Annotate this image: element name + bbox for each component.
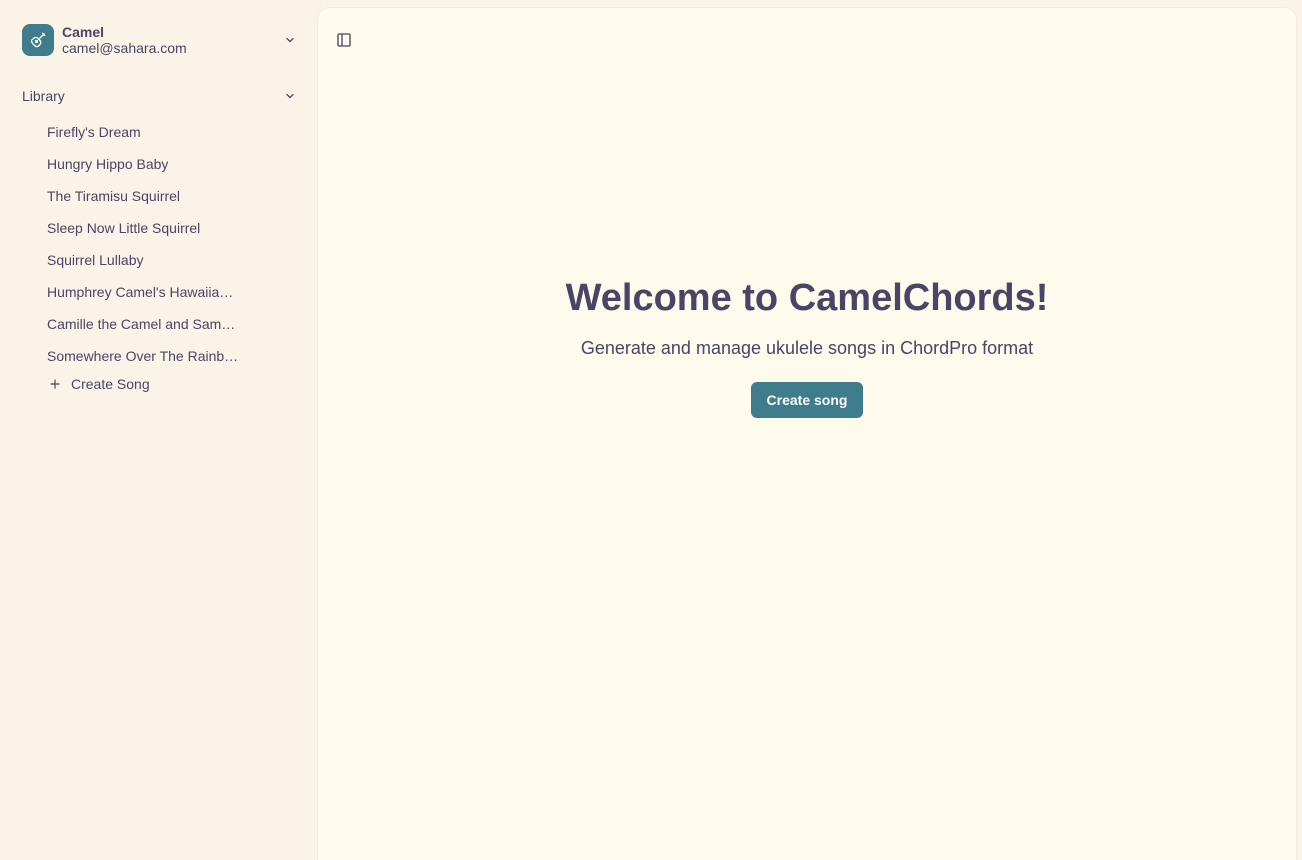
- song-item-label: Somewhere Over The Rainb…: [47, 348, 239, 364]
- song-item-label: The Tiramisu Squirrel: [47, 188, 181, 204]
- page-subtitle: Generate and manage ukulele songs in Cho…: [580, 338, 1034, 358]
- chevron-down-icon: [282, 88, 298, 104]
- create-song-sidebar-label: Create Song: [71, 376, 150, 392]
- song-item-label: Humphrey Camel's Hawaiian …: [47, 284, 239, 300]
- sidebar: Camel camel@sahara.com Library Firefly's…: [0, 0, 318, 860]
- song-item-label: Squirrel Lullaby: [47, 252, 144, 268]
- plus-icon: [47, 376, 63, 392]
- chevron-down-icon: [282, 32, 298, 48]
- account-email: camel@sahara.com: [62, 40, 187, 56]
- song-item[interactable]: Somewhere Over The Rainb…: [47, 340, 247, 372]
- song-item[interactable]: Firefly's Dream: [47, 116, 247, 148]
- welcome-section: Welcome to CamelChords! Generate and man…: [318, 274, 1296, 418]
- create-song-button[interactable]: Create song: [750, 382, 864, 418]
- song-list: Firefly's Dream Hungry Hippo Baby The Ti…: [47, 116, 247, 372]
- app: Camel camel@sahara.com Library Firefly's…: [0, 0, 1302, 860]
- song-item-label: Sleep Now Little Squirrel: [47, 220, 201, 236]
- song-item[interactable]: Camille the Camel and Sam…: [47, 308, 247, 340]
- page-title: Welcome to CamelChords!: [565, 277, 1049, 319]
- song-item[interactable]: Hungry Hippo Baby: [47, 148, 247, 180]
- song-item[interactable]: Squirrel Lullaby: [47, 244, 247, 276]
- song-item-label: Camille the Camel and Sam…: [47, 316, 236, 332]
- create-song-sidebar-button[interactable]: Create Song: [47, 372, 150, 396]
- account-info: Camel camel@sahara.com: [62, 24, 282, 56]
- sidebar-toggle-icon[interactable]: [336, 32, 352, 48]
- song-item[interactable]: The Tiramisu Squirrel: [47, 180, 247, 212]
- song-item-label: Hungry Hippo Baby: [47, 156, 169, 172]
- library-label: Library: [22, 88, 65, 104]
- library-section-toggle[interactable]: Library: [22, 84, 298, 108]
- account-switcher[interactable]: Camel camel@sahara.com: [22, 22, 298, 58]
- song-item[interactable]: Humphrey Camel's Hawaiian …: [47, 276, 247, 308]
- song-item[interactable]: Sleep Now Little Squirrel: [47, 212, 247, 244]
- guitar-icon: [22, 24, 54, 56]
- account-name: Camel: [62, 24, 105, 40]
- main-panel: Welcome to CamelChords! Generate and man…: [318, 8, 1296, 860]
- song-item-label: Firefly's Dream: [47, 124, 141, 140]
